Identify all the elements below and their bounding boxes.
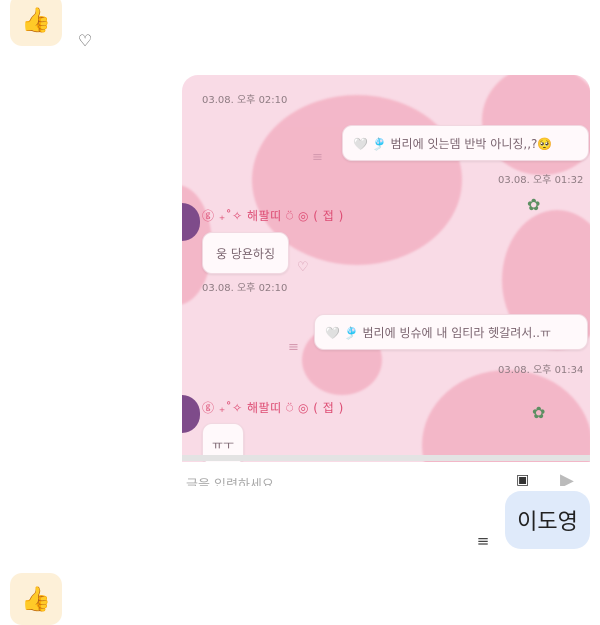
strawberry-decoration [422,370,590,465]
message-text: 웅 당욘하징 [215,246,275,261]
reply-icon: ≡ [312,150,323,165]
outgoing-message-bubble[interactable]: 이도영 [505,491,590,549]
image-icon: ▣ [516,472,530,486]
sender-avatar [182,395,200,433]
outgoing-message[interactable]: 🤍 🎐 범리에 잇는뎀 반박 아니징,,?🥺 [342,125,589,161]
incoming-message[interactable]: 웅 당욘하징 [202,232,289,274]
emoji-message-top[interactable]: 👍 [10,0,62,46]
message-text: 이도영 [517,510,578,535]
message-time: 03.08. 오후 01:32 [498,175,584,186]
message-text: 🤍 🎐 범리에 빙슈에 내 임티라 헷갈려서..ㅠ [325,325,551,340]
shared-chat-screenshot[interactable]: ✿ ✿ 03.08. 오후 02:10 🤍 🎐 범리에 잇는뎀 반박 아니징,,… [182,75,590,465]
send-icon: ▶ [560,470,574,486]
screenshot-divider [182,455,590,461]
message-text: 🤍 🎐 범리에 잇는뎀 반박 아니징,,?🥺 [353,136,553,151]
screenshot-input-placeholder: 글을 입력하세요 [186,478,274,486]
sender-name: ⓖ ₊˚✧ 해팔띠 ⍥ ◎ ( 접 ) [202,401,344,415]
leaf-icon: ✿ [532,403,546,422]
reply-icon: ≡ [288,340,299,355]
emoji-message-bottom[interactable]: 👍 [10,573,62,625]
screenshot-input-bar: 글을 입력하세요 ▣ ▶ [180,462,596,486]
thumbs-up-emoji: 👍 [21,6,51,34]
outgoing-message[interactable]: 🤍 🎐 범리에 빙슈에 내 임티라 헷갈려서..ㅠ [314,314,588,350]
heart-plus-icon[interactable]: ♡ [75,31,95,51]
sender-name: ⓖ ₊˚✧ 해팔띠 ⍥ ◎ ( 접 ) [202,209,344,223]
message-time: 03.08. 오후 01:34 [498,365,584,376]
message-time: 03.08. 오후 02:10 [202,283,288,294]
leaf-icon: ✿ [527,195,541,214]
message-text: ㅠㅜ [211,437,235,452]
reply-menu-icon[interactable]: ≡ [474,532,492,550]
message-time: 03.08. 오후 02:10 [202,95,288,106]
heart-plus-icon: ♡ [297,260,309,275]
thumbs-up-emoji: 👍 [21,585,51,613]
